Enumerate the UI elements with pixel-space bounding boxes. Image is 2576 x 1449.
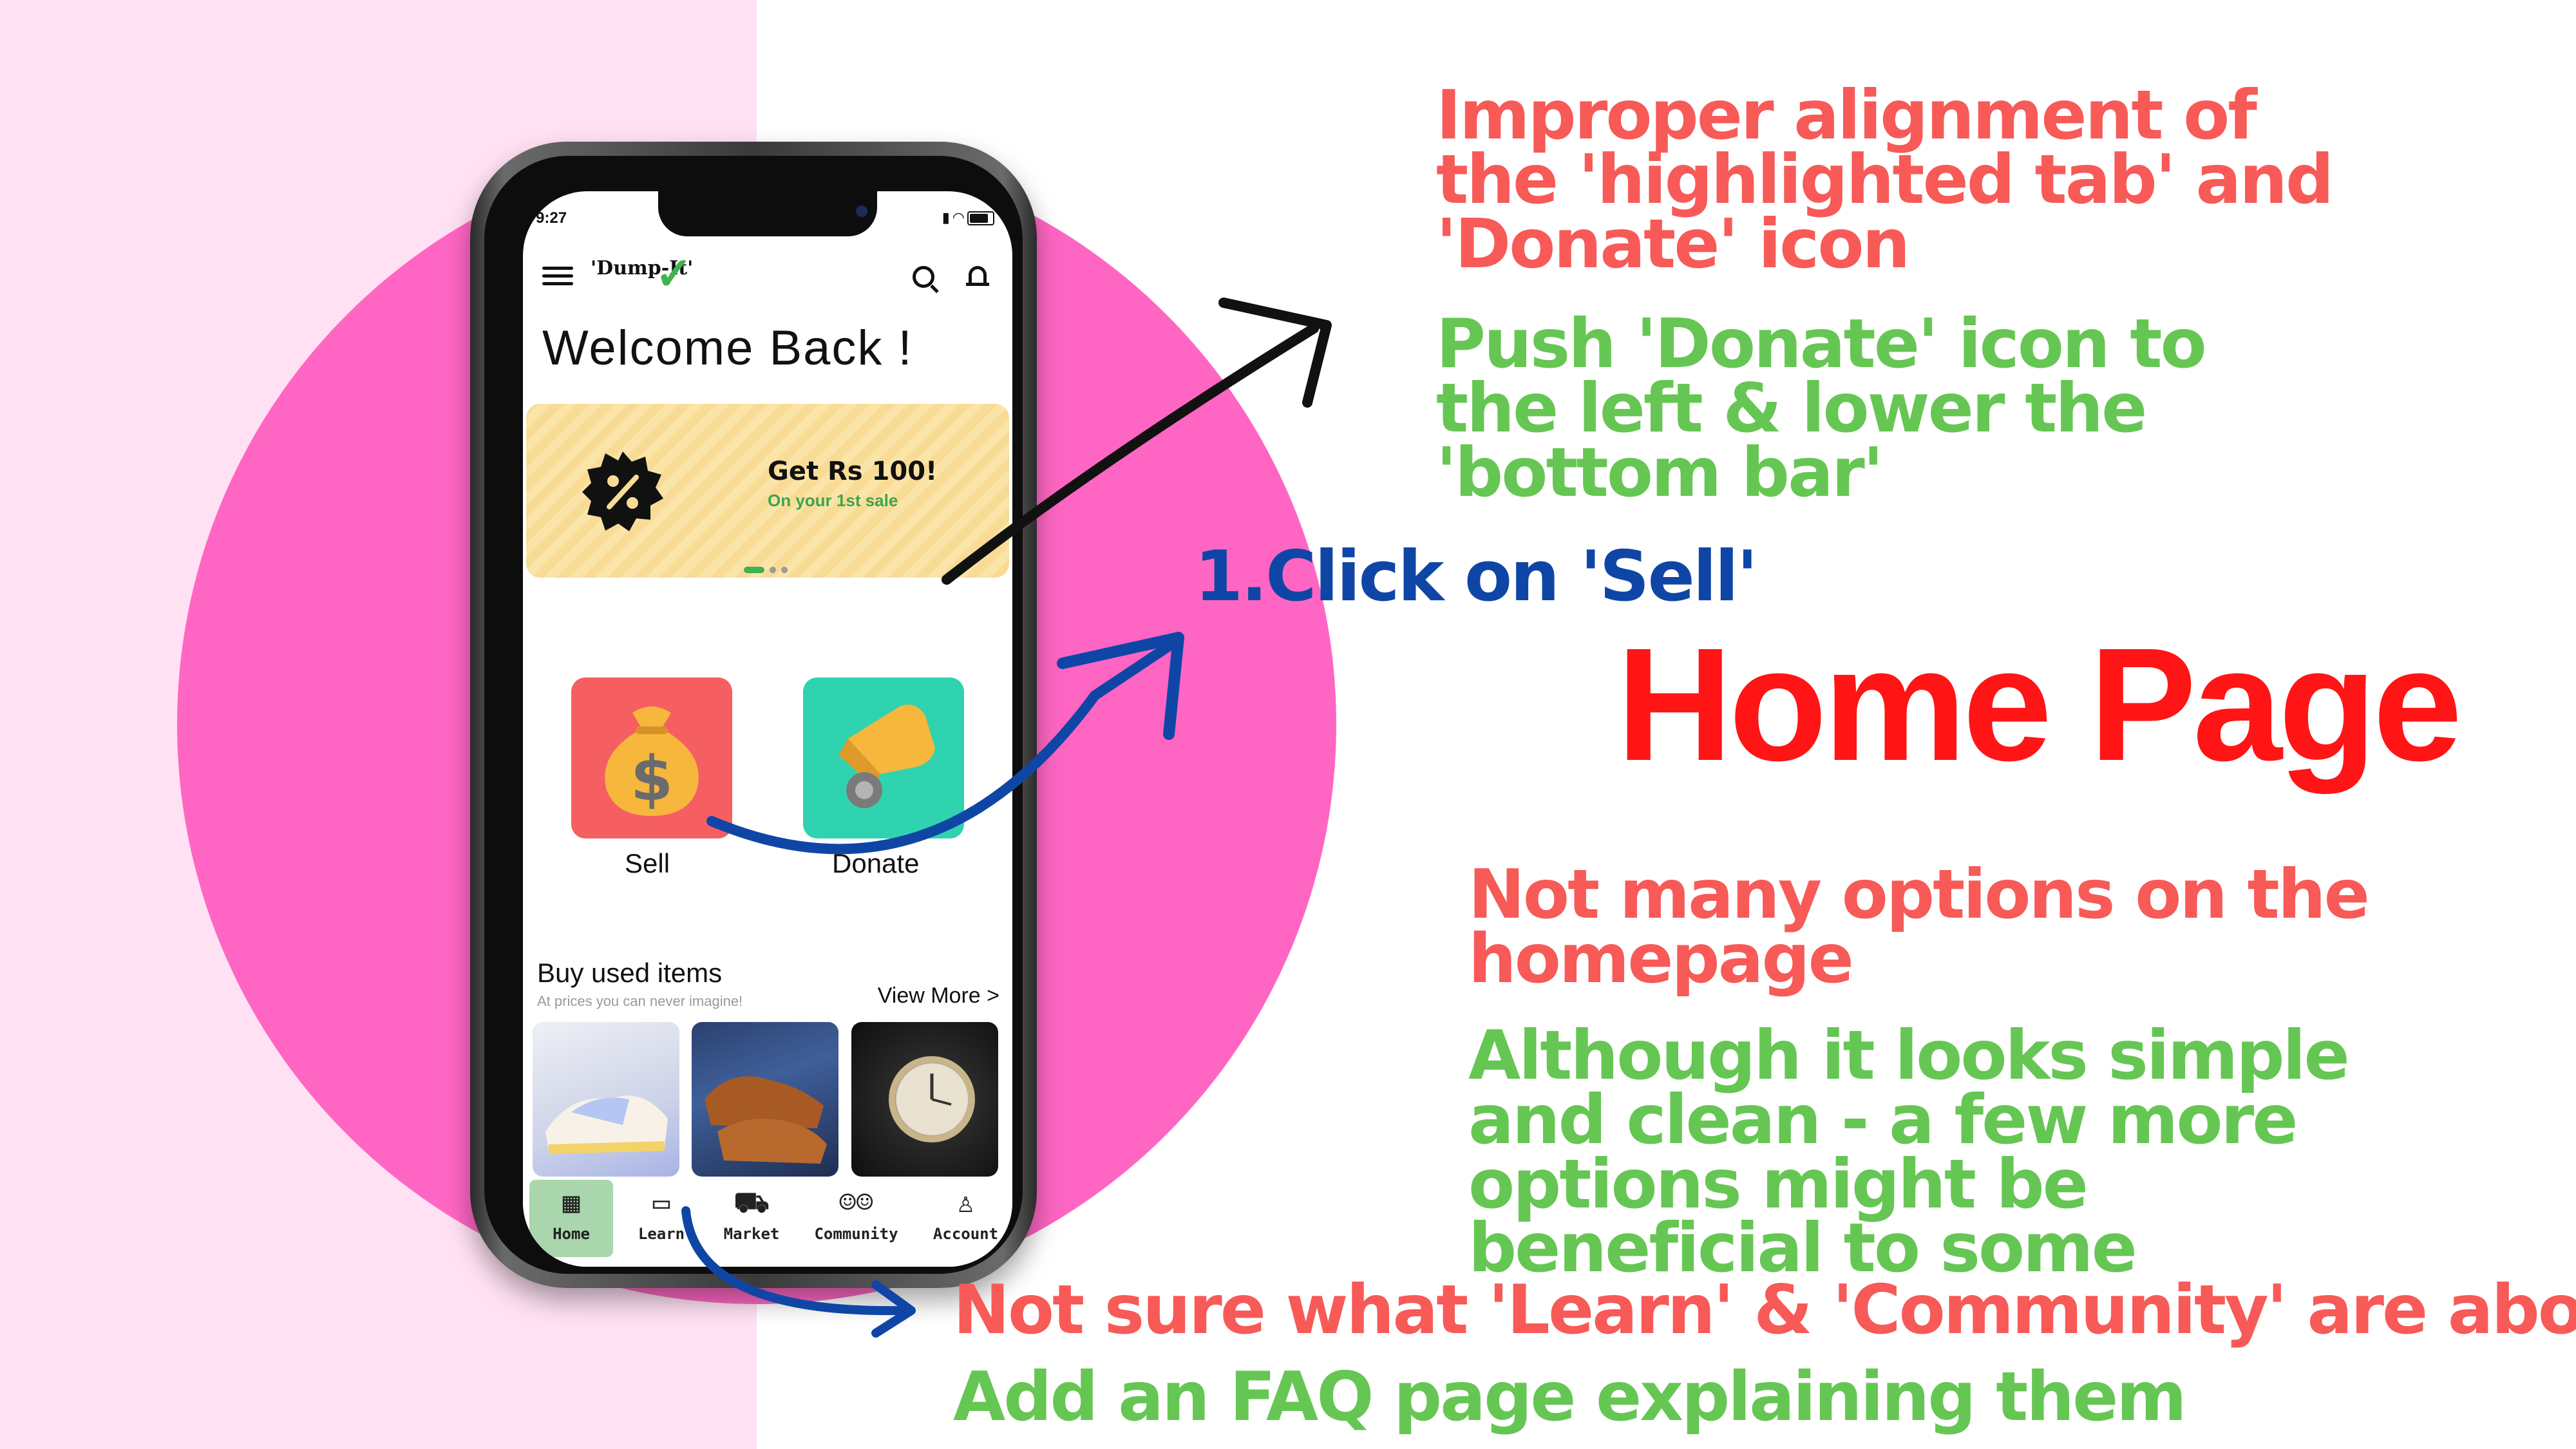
note-alignment-fix: Push 'Donate' icon to the left & lower t…	[1436, 305, 2207, 512]
note-nav-fix: Add an FAQ page explaining them	[953, 1358, 2187, 1436]
note-nav-issue: Not sure what 'Learn' & 'Community' are …	[953, 1271, 2576, 1349]
blue-arrow-sell	[706, 639, 1177, 855]
note-options-issue: Not many options on the homepage	[1468, 855, 2370, 998]
note-options-fix: Although it looks simple and clean - a f…	[1468, 1016, 2350, 1288]
note-alignment-issue: Improper alignment of the 'highlighted t…	[1436, 76, 2334, 283]
blue-arrow-nav	[681, 1206, 906, 1316]
step-instruction: 1.Click on 'Sell'	[1195, 536, 1758, 617]
page-title: Home Page	[1616, 614, 2463, 794]
